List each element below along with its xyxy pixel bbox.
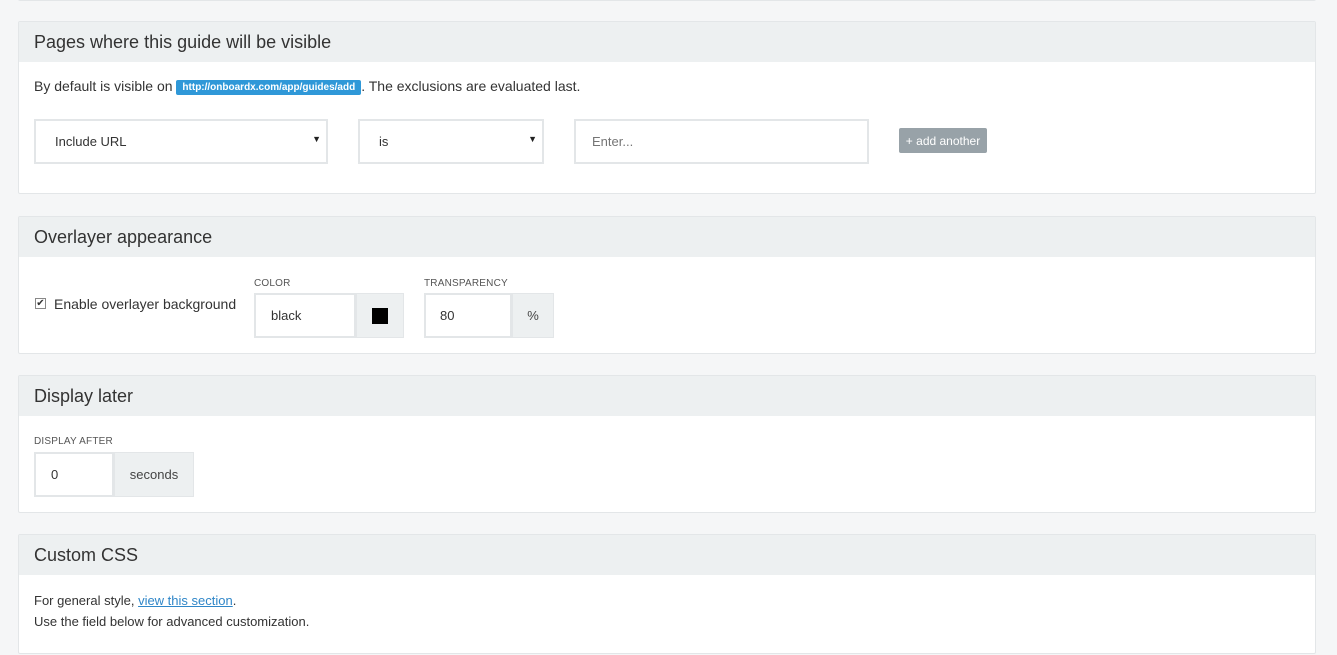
color-label: COLOR [254,278,291,289]
transparency-label: TRANSPARENCY [424,278,508,289]
seconds-addon: seconds [114,452,194,497]
color-input[interactable] [254,293,356,338]
general-style-line: For general style, view this section. [34,593,236,608]
general-style-prefix: For general style, [34,593,135,608]
custom-css-panel: Custom CSS For general style, view this … [18,534,1316,654]
enable-overlayer-checkbox[interactable]: ✔ [35,298,46,309]
display-after-label: DISPLAY AFTER [34,436,113,447]
custom-css-title: Custom CSS [19,535,1315,575]
transparency-input[interactable] [424,293,512,338]
enable-overlayer-label: Enable overlayer background [54,296,237,312]
add-another-button[interactable]: + add another [899,128,987,153]
display-after-input[interactable] [34,452,114,497]
display-later-panel: Display later DISPLAY AFTER seconds [18,375,1316,513]
overlayer-panel: Overlayer appearance ✔ Enable overlayer … [18,216,1316,354]
advanced-customization-text: Use the field below for advanced customi… [34,614,310,629]
rule-type-value: Include URL [55,134,127,149]
chevron-down-icon: ▼ [528,134,537,144]
view-section-link[interactable]: view this section [138,593,233,608]
general-style-suffix: . [232,593,237,608]
operator-value: is [379,134,389,149]
default-url-tag: http://onboardx.com/app/guides/add [176,80,362,95]
chevron-down-icon: ▼ [312,134,321,144]
display-later-title: Display later [19,376,1315,416]
color-swatch-addon[interactable] [356,293,404,338]
operator-select[interactable]: is ▼ [358,119,544,164]
rule-type-select[interactable]: Include URL ▼ [34,119,328,164]
intro-suffix: . The exclusions are evaluated last. [361,78,581,94]
percent-addon: % [512,293,554,338]
pages-visibility-title: Pages where this guide will be visible [19,22,1315,62]
intro-prefix: By default is visible on [34,78,173,94]
color-swatch [372,307,388,324]
previous-panel [18,0,1316,1]
overlayer-title: Overlayer appearance [19,217,1315,257]
url-input[interactable] [574,119,869,164]
pages-visibility-panel: Pages where this guide will be visible B… [18,21,1316,194]
visibility-intro: By default is visible on http://onboardx… [34,78,580,95]
